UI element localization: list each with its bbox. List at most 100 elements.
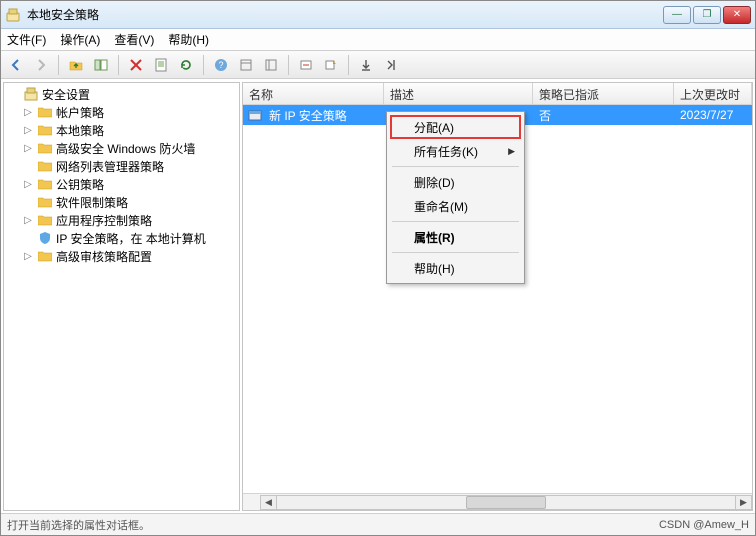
tool-button-d[interactable] [320,54,342,76]
tree-item-network[interactable]: 网络列表管理器策略 [4,157,239,175]
show-hide-tree-button[interactable] [90,54,112,76]
tree-item-label: 高级安全 Windows 防火墙 [56,140,195,157]
list-header: 名称 描述 策略已指派 上次更改时间 [243,83,752,105]
col-name[interactable]: 名称 [243,83,384,104]
ctx-assign[interactable]: 分配(A) [390,115,521,139]
minimize-button[interactable]: — [663,6,691,24]
forward-button[interactable] [30,54,52,76]
twisty-icon[interactable]: ▷ [22,143,34,154]
tree-item-label: 帐户策略 [56,104,104,121]
ctx-alltasks[interactable]: 所有任务(K)▶ [390,139,521,163]
content-area: 安全设置 ▷ 帐户策略 ▷ 本地策略 ▷ 高级安全 Windows 防火墙 网络列表管… [1,79,755,513]
tree-item-label: 高级审核策略配置 [56,248,152,265]
ctx-properties[interactable]: 属性(R) [390,225,521,249]
ctx-delete[interactable]: 删除(D) [390,170,521,194]
security-settings-icon [23,86,39,102]
toolbar-separator [58,55,59,75]
twisty-icon[interactable]: ▷ [22,251,34,262]
folder-icon [37,248,53,264]
refresh-button[interactable] [175,54,197,76]
folder-icon [37,104,53,120]
tree-item-label: 本地策略 [56,122,104,139]
tool-button-b[interactable] [260,54,282,76]
tree-item-audit[interactable]: ▷ 高级审核策略配置 [4,247,239,265]
folder-icon [37,122,53,138]
cell-name: 新 IP 安全策略 [263,107,384,124]
twisty-icon[interactable]: ▷ [22,107,34,118]
back-button[interactable] [5,54,27,76]
help-button[interactable]: ? [210,54,232,76]
col-desc[interactable]: 描述 [384,83,533,104]
tree-item-firewall[interactable]: ▷ 高级安全 Windows 防火墙 [4,139,239,157]
ctx-separator [392,221,519,222]
toolbar: ? [1,51,755,79]
window-buttons: — ❐ ✕ [663,6,751,24]
tool-button-f[interactable] [380,54,402,76]
toolbar-separator [288,55,289,75]
policy-icon [247,107,263,123]
folder-icon [37,212,53,228]
folder-icon [37,176,53,192]
watermark: CSDN @Amew_H [659,519,749,531]
tree-item-label: 公钥策略 [56,176,104,193]
twisty-icon[interactable]: ▷ [22,215,34,226]
list-body[interactable]: 新 IP 安全策略 否 2023/7/27 分配(A) 所有任务(K)▶ 删除(… [243,105,752,493]
horizontal-scrollbar[interactable]: ◀ ▶ [243,493,752,510]
tool-button-e[interactable] [355,54,377,76]
tool-button-a[interactable] [235,54,257,76]
cell-assigned: 否 [533,107,674,124]
toolbar-separator [118,55,119,75]
scroll-track[interactable] [277,495,735,510]
twisty-icon[interactable]: ▷ [22,125,34,136]
app-icon [5,7,21,23]
maximize-button[interactable]: ❐ [693,6,721,24]
close-button[interactable]: ✕ [723,6,751,24]
tree-pane[interactable]: 安全设置 ▷ 帐户策略 ▷ 本地策略 ▷ 高级安全 Windows 防火墙 网络列表管… [3,82,240,511]
menubar: 文件(F) 操作(A) 查看(V) 帮助(H) [1,29,755,51]
up-button[interactable] [65,54,87,76]
menu-view[interactable]: 查看(V) [114,31,154,48]
scroll-thumb[interactable] [466,496,546,509]
tree-item-account[interactable]: ▷ 帐户策略 [4,103,239,121]
properties-button[interactable] [150,54,172,76]
menu-file[interactable]: 文件(F) [7,31,46,48]
ctx-separator [392,252,519,253]
tree-item-label: 软件限制策略 [56,194,128,211]
window-root: 本地安全策略 — ❐ ✕ 文件(F) 操作(A) 查看(V) 帮助(H) ? [0,0,756,536]
shield-icon [37,230,53,246]
folder-icon [37,194,53,210]
status-text: 打开当前选择的属性对话框。 [7,517,150,533]
statusbar: 打开当前选择的属性对话框。 CSDN @Amew_H [1,513,755,535]
ctx-rename[interactable]: 重命名(M) [390,194,521,218]
toolbar-separator [348,55,349,75]
submenu-arrow-icon: ▶ [508,146,515,157]
ctx-help[interactable]: 帮助(H) [390,256,521,280]
svg-text:?: ? [218,60,223,70]
context-menu: 分配(A) 所有任务(K)▶ 删除(D) 重命名(M) 属性(R) 帮助(H) [386,111,525,284]
col-date[interactable]: 上次更改时间 [674,83,752,104]
twisty-icon[interactable]: ▷ [22,179,34,190]
col-assigned[interactable]: 策略已指派 [533,83,674,104]
window-title: 本地安全策略 [27,6,663,23]
list-pane: 名称 描述 策略已指派 上次更改时间 新 IP 安全策略 否 2023/7/27… [242,82,753,511]
folder-icon [37,158,53,174]
tree-item-appcontrol[interactable]: ▷应用程序控制策略 [4,211,239,229]
ctx-separator [392,166,519,167]
cell-date: 2023/7/27 [674,108,752,122]
scroll-left-button[interactable]: ◀ [260,495,277,510]
titlebar: 本地安全策略 — ❐ ✕ [1,1,755,29]
tree-item-software[interactable]: 软件限制策略 [4,193,239,211]
tree-root[interactable]: 安全设置 [4,85,239,103]
delete-button[interactable] [125,54,147,76]
tree-item-label: IP 安全策略，在 本地计算机 [56,230,206,247]
scroll-right-button[interactable]: ▶ [735,495,752,510]
toolbar-separator [203,55,204,75]
tree-item-ipsec[interactable]: IP 安全策略，在 本地计算机 [4,229,239,247]
tree-root-label: 安全设置 [42,86,90,103]
tool-button-c[interactable] [295,54,317,76]
menu-action[interactable]: 操作(A) [60,31,100,48]
tree-item-publickey[interactable]: ▷ 公钥策略 [4,175,239,193]
tree-item-label: 网络列表管理器策略 [56,158,164,175]
tree-item-local[interactable]: ▷ 本地策略 [4,121,239,139]
menu-help[interactable]: 帮助(H) [168,31,209,48]
